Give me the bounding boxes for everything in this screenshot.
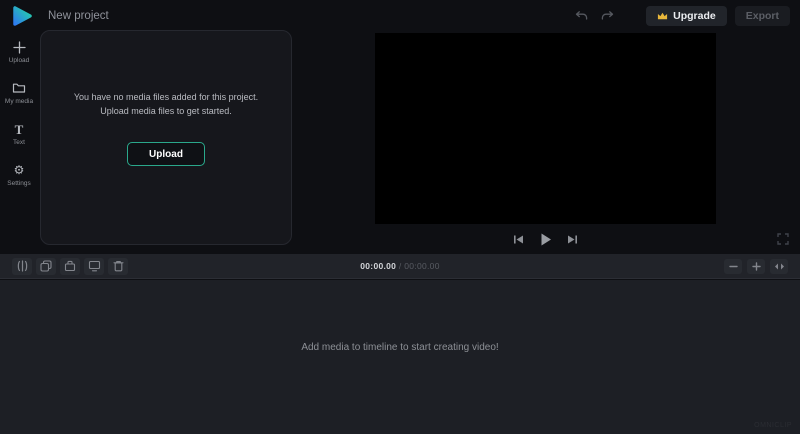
redo-icon: [601, 10, 614, 22]
archive-button[interactable]: [60, 258, 80, 275]
split-icon: [16, 260, 29, 272]
header-bar: New project Upgrade Export: [0, 0, 800, 32]
skip-end-button[interactable]: [564, 230, 582, 248]
upgrade-button[interactable]: Upgrade: [646, 6, 727, 26]
plus-icon: [752, 262, 761, 271]
media-empty-state: You have no media files added for this p…: [74, 91, 258, 119]
sidebar-item-text[interactable]: T Text: [0, 122, 38, 146]
fullscreen-icon: [777, 233, 789, 245]
sidebar-item-label: My media: [5, 98, 33, 105]
timeline-zoom-controls: [724, 259, 788, 274]
folder-icon: [12, 81, 26, 95]
duplicate-icon: [40, 260, 52, 272]
export-button[interactable]: Export: [735, 6, 790, 26]
timecode: 00:00.00 / 00:00.00: [360, 261, 439, 271]
zoom-out-button[interactable]: [724, 259, 742, 274]
video-preview: [375, 33, 716, 224]
media-empty-line2: Upload media files to get started.: [74, 105, 258, 119]
media-empty-line1: You have no media files added for this p…: [74, 91, 258, 105]
upload-button[interactable]: Upload: [127, 142, 205, 166]
trash-icon: [113, 260, 124, 272]
gear-icon: ⚙: [14, 163, 25, 177]
timeline-toolbar: 00:00.00 / 00:00.00: [0, 254, 800, 279]
sidebar-item-label: Text: [13, 139, 25, 146]
skip-start-button[interactable]: [510, 230, 528, 248]
skip-start-icon: [513, 234, 524, 245]
fullscreen-button[interactable]: [775, 231, 791, 247]
sidebar-item-label: Settings: [7, 180, 31, 187]
minus-icon: [729, 262, 738, 271]
timeline-area: Add media to timeline to start creating …: [0, 280, 800, 434]
zoom-fit-icon: [774, 262, 785, 271]
sidebar-item-label: Upload: [9, 57, 30, 64]
zoom-fit-button[interactable]: [770, 259, 788, 274]
undo-icon: [575, 10, 588, 22]
skip-end-icon: [567, 234, 578, 245]
page-title: New project: [48, 10, 109, 22]
duplicate-button[interactable]: [36, 258, 56, 275]
sidebar-item-my-media[interactable]: My media: [0, 81, 38, 105]
undo-button[interactable]: [572, 7, 590, 25]
upgrade-label: Upgrade: [673, 10, 716, 22]
delete-button[interactable]: [108, 258, 128, 275]
timecode-total: 00:00.00: [404, 261, 440, 271]
export-label: Export: [746, 10, 779, 22]
text-icon: T: [15, 122, 24, 136]
timecode-separator: /: [399, 261, 402, 271]
play-button[interactable]: [537, 230, 555, 248]
sidebar: Upload My media T Text ⚙ Settings: [0, 32, 38, 187]
play-icon: [540, 233, 552, 246]
crown-icon: [657, 11, 668, 21]
archive-icon: [64, 260, 76, 272]
split-button[interactable]: [12, 258, 32, 275]
watermark-text: OMNICLIP: [754, 422, 792, 429]
display-icon: [88, 260, 101, 272]
sidebar-item-upload[interactable]: Upload: [0, 40, 38, 64]
plus-icon: [13, 40, 26, 54]
display-button[interactable]: [84, 258, 104, 275]
play-logo-icon: [11, 4, 33, 28]
zoom-in-button[interactable]: [747, 259, 765, 274]
media-panel: You have no media files added for this p…: [40, 30, 292, 245]
sidebar-item-settings[interactable]: ⚙ Settings: [0, 163, 38, 187]
timeline-empty-message: Add media to timeline to start creating …: [0, 342, 800, 353]
transport-controls: [375, 229, 716, 249]
timecode-current: 00:00.00: [360, 261, 396, 271]
redo-button[interactable]: [598, 7, 616, 25]
app-logo[interactable]: [10, 4, 34, 28]
app-window: New project Upgrade Export: [0, 0, 800, 434]
header-actions: Upgrade Export: [572, 6, 790, 26]
